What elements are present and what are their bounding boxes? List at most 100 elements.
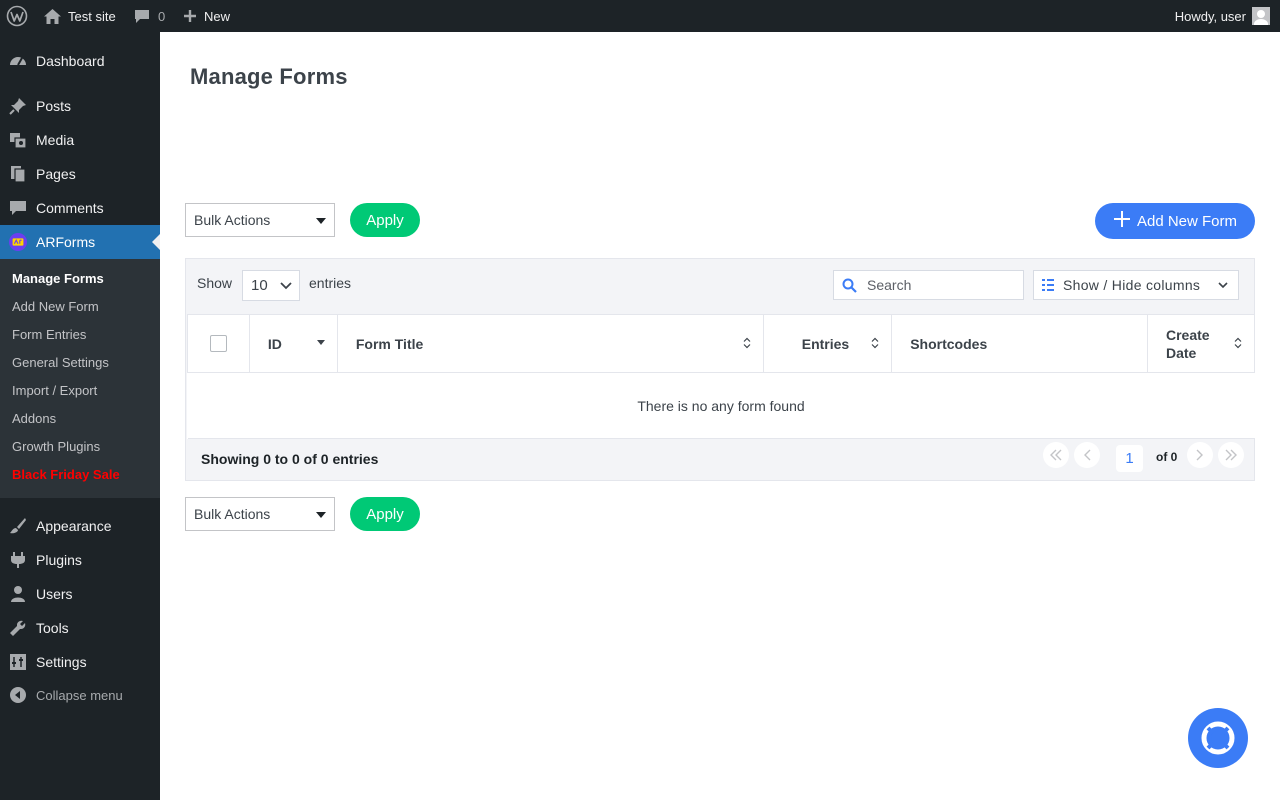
- dashboard-icon: [9, 52, 27, 70]
- site-link[interactable]: Test site: [44, 0, 116, 32]
- current-page-number[interactable]: 1: [1116, 445, 1143, 472]
- submenu-addons[interactable]: Addons: [12, 409, 56, 429]
- chevron-down-icon: [280, 282, 292, 290]
- bulk-actions-select-bottom[interactable]: Bulk Actions: [185, 497, 335, 531]
- showing-entries-text: Showing 0 to 0 of 0 entries: [201, 451, 379, 467]
- first-page-button[interactable]: [1043, 442, 1069, 468]
- howdy-text: Howdy, user: [1174, 8, 1246, 24]
- sidebar-item-plugins[interactable]: Plugins: [0, 543, 160, 577]
- sidebar-item-comments[interactable]: Comments: [0, 191, 160, 225]
- apply-button-top[interactable]: Apply: [350, 203, 420, 237]
- admin-sidebar: Dashboard Posts Media Pages Comments ARF…: [0, 32, 160, 800]
- plus-icon: [1113, 210, 1131, 232]
- sidebar-item-users[interactable]: Users: [0, 577, 160, 611]
- sidebar-item-label: Dashboard: [36, 53, 105, 69]
- sidebar-item-label: Media: [36, 132, 75, 148]
- comments-link[interactable]: 0: [134, 0, 165, 32]
- sidebar-item-label: Appearance: [36, 518, 112, 534]
- sidebar-item-appearance[interactable]: Appearance: [0, 509, 160, 543]
- sidebar-item-label: Plugins: [36, 552, 82, 568]
- apply-button-bottom[interactable]: Apply: [350, 497, 420, 531]
- settings-icon: [9, 653, 27, 671]
- sidebar-item-label: Tools: [36, 620, 69, 636]
- sidebar-item-posts[interactable]: Posts: [0, 89, 160, 123]
- columns-list-icon: [1042, 279, 1054, 291]
- collapse-menu-label: Collapse menu: [36, 687, 123, 703]
- sort-icon: [1234, 337, 1242, 349]
- avatar: [1252, 7, 1270, 25]
- bulk-actions-value: Bulk Actions: [194, 212, 271, 228]
- wordpress-logo-icon[interactable]: [6, 0, 28, 32]
- submenu-import-export[interactable]: Import / Export: [12, 381, 97, 401]
- next-page-button[interactable]: [1187, 442, 1213, 468]
- sidebar-item-label: Settings: [36, 654, 87, 670]
- search-field[interactable]: [833, 270, 1024, 300]
- previous-page-button[interactable]: [1074, 442, 1100, 468]
- entries-per-page-select[interactable]: 10: [242, 270, 300, 301]
- sidebar-item-settings[interactable]: Settings: [0, 645, 160, 679]
- chevron-left-icon: [1084, 449, 1091, 461]
- column-header-id[interactable]: ID: [248, 314, 338, 373]
- collapse-menu-button[interactable]: Collapse menu: [0, 678, 160, 712]
- lifebuoy-icon: [1201, 721, 1235, 755]
- caret-down-icon: [316, 218, 326, 224]
- media-icon: [9, 131, 27, 149]
- submenu-black-friday-sale[interactable]: Black Friday Sale: [12, 465, 120, 485]
- entries-per-page-value: 10: [251, 277, 268, 294]
- new-content-link[interactable]: New: [183, 0, 230, 32]
- sidebar-item-media[interactable]: Media: [0, 123, 160, 157]
- last-page-button[interactable]: [1218, 442, 1244, 468]
- add-new-form-label: Add New Form: [1136, 212, 1238, 230]
- show-hide-columns-button[interactable]: Show / Hide columns: [1033, 270, 1239, 300]
- comments-count: 0: [158, 8, 166, 24]
- sidebar-item-label: Pages: [36, 166, 76, 182]
- comment-icon: [9, 199, 27, 217]
- submenu-growth-plugins[interactable]: Growth Plugins: [12, 437, 100, 457]
- chevron-down-icon: [1218, 282, 1228, 289]
- column-header-label: Entries: [801, 335, 850, 352]
- column-header-form-title[interactable]: Form Title: [336, 314, 765, 373]
- sidebar-item-arforms[interactable]: ARForms: [0, 225, 160, 259]
- add-new-form-button[interactable]: Add New Form: [1095, 203, 1255, 239]
- submenu-add-new-form[interactable]: Add New Form: [12, 297, 99, 317]
- show-label: Show: [197, 275, 233, 291]
- sidebar-item-tools[interactable]: Tools: [0, 611, 160, 645]
- submenu-form-entries[interactable]: Form Entries: [12, 325, 86, 345]
- sort-icon: [743, 337, 751, 349]
- entries-label: entries: [309, 275, 352, 291]
- sidebar-item-label: Comments: [36, 200, 104, 216]
- sidebar-item-dashboard[interactable]: Dashboard: [0, 44, 160, 78]
- show-hide-columns-label: Show / Hide columns: [1063, 277, 1201, 293]
- select-all-header: [187, 314, 250, 373]
- bulk-actions-select-top[interactable]: Bulk Actions: [185, 203, 335, 237]
- submenu-manage-forms[interactable]: Manage Forms: [12, 269, 104, 289]
- search-input[interactable]: [867, 277, 1007, 293]
- admin-bar: Test site 0 New Howdy, user: [0, 0, 1280, 32]
- bulk-actions-value: Bulk Actions: [194, 506, 271, 522]
- sidebar-item-pages[interactable]: Pages: [0, 157, 160, 191]
- submenu-general-settings[interactable]: General Settings: [12, 353, 109, 373]
- double-chevron-right-icon: [1225, 449, 1237, 461]
- column-header-label: ID: [267, 335, 282, 352]
- pages-icon: [9, 165, 27, 183]
- column-header-entries[interactable]: Entries: [763, 314, 893, 373]
- help-button[interactable]: [1188, 708, 1248, 768]
- table-row: There is no any form found: [187, 372, 1255, 439]
- column-header-label: Shortcodes: [910, 335, 988, 352]
- arforms-submenu: Manage Forms Add New Form Form Entries G…: [0, 259, 160, 498]
- plus-icon: [183, 9, 197, 23]
- plugin-icon: [9, 551, 27, 569]
- wrench-icon: [9, 619, 27, 637]
- sort-desc-icon: [316, 340, 325, 345]
- new-label: New: [204, 8, 231, 24]
- home-icon: [44, 8, 61, 24]
- empty-table-message: There is no any form found: [187, 372, 1255, 439]
- select-all-checkbox[interactable]: [209, 335, 227, 352]
- sidebar-item-label: Posts: [36, 98, 72, 114]
- current-indicator: [152, 234, 160, 250]
- column-header-create-date[interactable]: Create Date: [1146, 314, 1256, 373]
- table-header-row: ID Form Title Entries Shortcodes Create …: [187, 314, 1256, 373]
- forms-table: ID Form Title Entries Shortcodes Create …: [187, 314, 1256, 439]
- double-chevron-left-icon: [1050, 449, 1062, 461]
- account-menu[interactable]: Howdy, user: [1175, 0, 1270, 32]
